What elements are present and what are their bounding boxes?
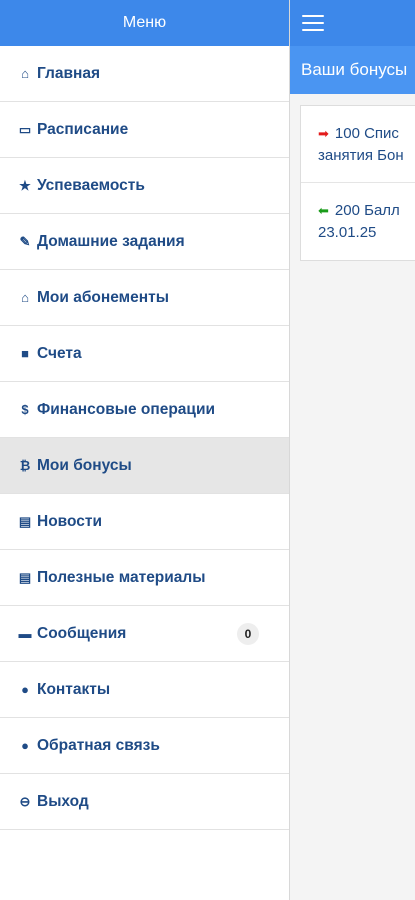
menu-title: Меню (122, 14, 167, 31)
news-icon: ▤ (18, 513, 32, 529)
sidebar-item-label: Выход (37, 792, 89, 810)
bonus-entry: ⬅ 200 Балл 23.01.25 (301, 183, 415, 260)
sidebar-item-11[interactable]: ● Контакты (0, 662, 289, 718)
sidebar-item-6[interactable]: $ Финансовые операции (0, 382, 289, 438)
edit-icon: ✎ (19, 233, 31, 249)
bonus-entry-detail: занятия Бон (318, 147, 404, 164)
sidebar-item-2[interactable]: ★ Успеваемость (0, 158, 289, 214)
menu-list: ⌂ Главная ▭ Расписание ★ Успеваемость ✎ Домашни… (0, 46, 289, 830)
sidebar-item-label: Финансовые операции (37, 400, 216, 418)
sidebar-item-8[interactable]: ▤ Новости (0, 494, 289, 550)
home-icon: ⌂ (21, 66, 29, 81)
sidebar-item-label: Мои абонементы (37, 288, 169, 306)
menu-header: Меню (0, 0, 289, 46)
logout-icon: ⊖ (19, 793, 31, 809)
sidebar-item-13[interactable]: ⊖ Выход (0, 774, 289, 830)
sidebar-item-label: Сообщения (37, 624, 127, 642)
sidebar-item-label: Контакты (37, 680, 111, 698)
sidebar-item-label: Новости (37, 512, 102, 530)
sidebar-item-10[interactable]: ▬ Сообщения 0 (0, 606, 289, 662)
sidebar-item-label: Счета (37, 344, 82, 362)
unread-count-badge: 0 (237, 622, 259, 645)
sidebar-item-label: Обратная связь (37, 736, 160, 754)
arrow-right-icon: ➡ (318, 126, 329, 141)
bonus-entry-title: 200 Балл (334, 202, 400, 219)
panel-title: Ваши бонусы (290, 46, 415, 94)
bonus-entry: ➡ 100 Спис занятия Бон (301, 106, 415, 183)
bitcoin-icon: ₿ (19, 458, 31, 473)
book-icon: ■ (21, 346, 29, 361)
sidebar-item-4[interactable]: ⌂ Мои абонементы (0, 270, 289, 326)
sidebar-item-3[interactable]: ✎ Домашние задания (0, 214, 289, 270)
sidebar-item-label: Главная (37, 64, 101, 82)
bonus-list: ➡ 100 Спис занятия Бон ⬅ 200 Балл 23.01.25 (300, 105, 415, 261)
bonus-entry-title: 100 Спис (334, 125, 399, 142)
sidebar-item-5[interactable]: ■ Счета (0, 326, 289, 382)
hamburger-menu-icon[interactable] (302, 15, 324, 31)
map-marker-icon: ● (21, 682, 29, 697)
sidebar-item-0[interactable]: ⌂ Главная (0, 46, 289, 102)
microphone-icon: ● (21, 738, 29, 753)
sidebar-menu: Меню ⌂ Главная ▭ Расписание ★ Успеваемость ✎ До… (0, 0, 290, 900)
sidebar-item-12[interactable]: ● Обратная связь (0, 718, 289, 774)
lock-icon: ⌂ (21, 290, 29, 305)
sidebar-item-label: Успеваемость (37, 176, 145, 194)
calendar-icon: ▭ (18, 121, 32, 137)
sidebar-item-label: Расписание (37, 120, 129, 138)
dollar-icon: $ (21, 402, 29, 417)
comment-icon: ▬ (18, 626, 32, 641)
book-open-icon: ▤ (18, 569, 32, 585)
sidebar-item-7[interactable]: ₿ Мои бонусы (0, 438, 289, 494)
arrow-left-icon: ⬅ (318, 203, 329, 218)
sidebar-item-9[interactable]: ▤ Полезные материалы (0, 550, 289, 606)
bonus-entry-detail: 23.01.25 (318, 224, 377, 241)
sidebar-item-label: Полезные материалы (37, 568, 206, 586)
star-icon: ★ (19, 177, 31, 193)
sidebar-item-1[interactable]: ▭ Расписание (0, 102, 289, 158)
sidebar-item-label: Мои бонусы (37, 456, 132, 474)
top-bar (290, 0, 415, 46)
sidebar-item-label: Домашние задания (37, 232, 185, 250)
